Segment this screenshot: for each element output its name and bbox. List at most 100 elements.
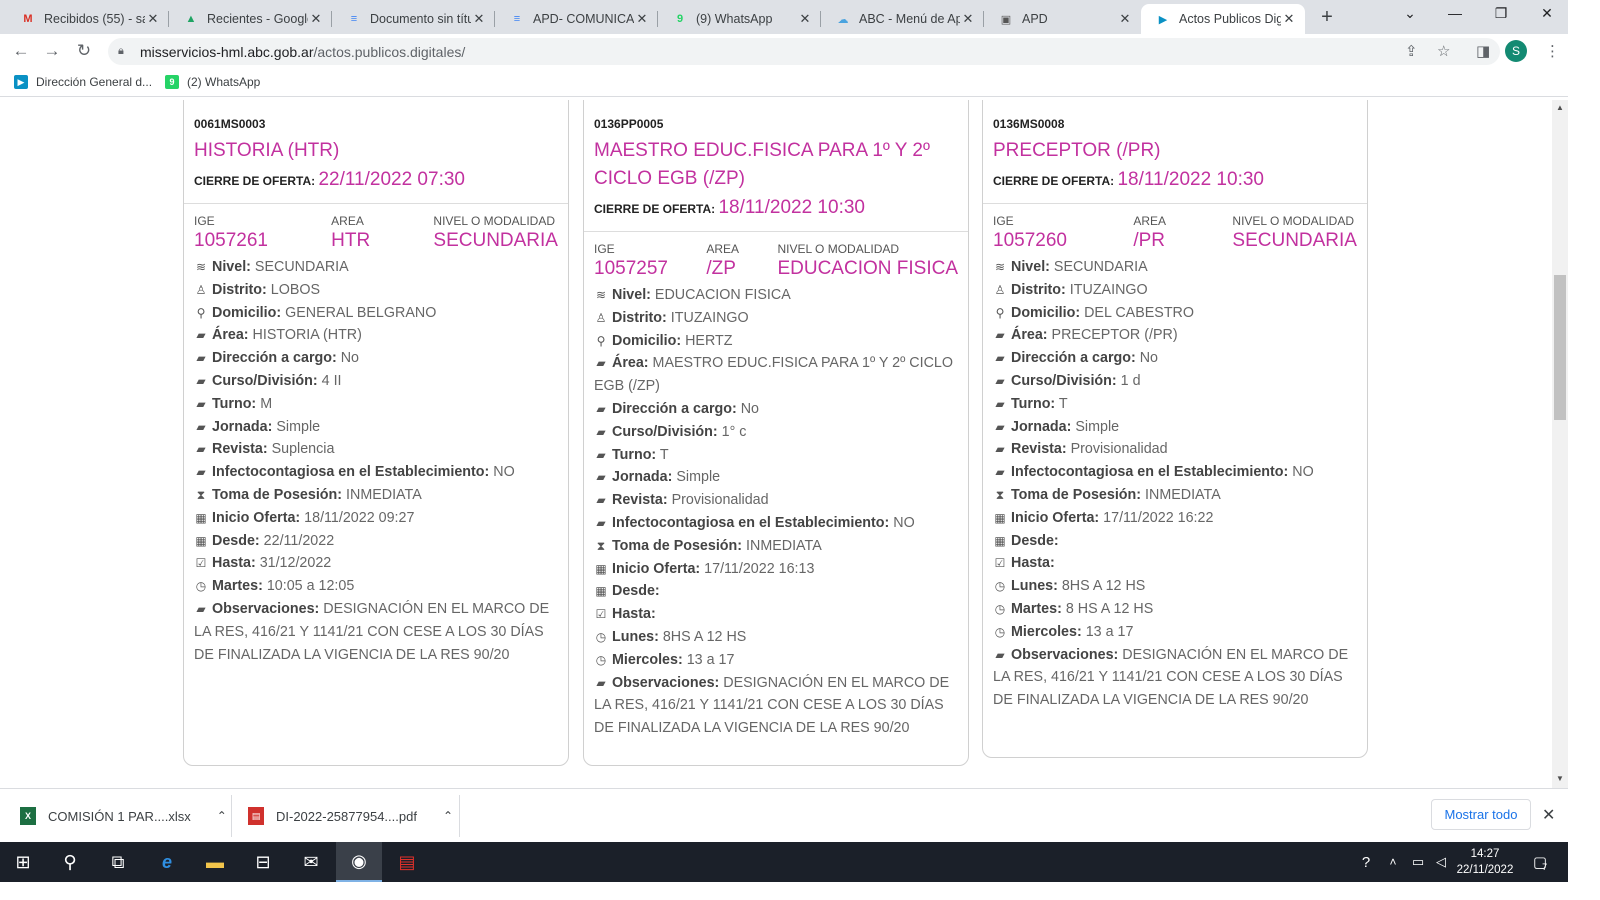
tab-search-icon[interactable]: ⌄ [1395, 5, 1425, 22]
bookmark-item[interactable]: ▶ Dirección General d... [14, 75, 152, 89]
detail-value: GENERAL BELGRANO [285, 304, 437, 321]
chevron-up-icon[interactable]: ⌃ [217, 809, 227, 823]
notifications-icon[interactable]: ▢ 7 [1520, 842, 1560, 882]
store-icon[interactable]: ⊟ [240, 842, 286, 882]
scroll-down-icon[interactable]: ▼ [1556, 774, 1564, 783]
detail-value: NO [1292, 464, 1314, 481]
tab-close-icon[interactable]: ✕ [960, 11, 976, 27]
mail-icon[interactable]: ✉ [288, 842, 334, 882]
whatsapp-icon: 9 [676, 13, 684, 25]
detail-value: 17/11/2022 16:13 [704, 560, 815, 577]
card-header: 0136MS0008 PRECEPTOR (/PR) CIERRE DE OFE… [983, 100, 1367, 204]
detail-row: ⧗ Toma de Posesión: INMEDIATA [194, 484, 558, 507]
bookmark-item[interactable]: 9 (2) WhatsApp [165, 75, 260, 89]
detail-label: Infectocontagiosa en el Establecimiento: [1011, 464, 1289, 481]
minimize-icon[interactable]: — [1440, 5, 1470, 21]
scrollbar-thumb[interactable] [1554, 275, 1566, 420]
acrobat-icon[interactable]: ▤ [384, 842, 430, 882]
detail-value: Provisionalidad [671, 492, 769, 509]
briefcase-icon: ▰ [995, 465, 1005, 480]
offer-code: 0136MS0008 [993, 117, 1065, 131]
detail-row: ▰ Curso/División: 1 d [993, 370, 1357, 393]
show-all-downloads-button[interactable]: Mostrar todo [1431, 799, 1531, 830]
help-icon[interactable]: ? [1352, 842, 1380, 882]
detail-row: ▦ Inicio Oferta: 18/11/2022 09:27 [194, 507, 558, 530]
detail-row: ▰ Turno: M [194, 393, 558, 416]
detail-label: Hasta: [212, 555, 256, 572]
detail-label: Área: [212, 327, 249, 344]
area-label: AREA [706, 242, 740, 256]
volume-icon[interactable]: ◁ [1430, 842, 1452, 882]
download-item[interactable]: ▤ DI-2022-25877954....pdf ⌃ [248, 789, 453, 843]
tab-6[interactable]: ☁ ABC - Menú de Ap ✕ [821, 4, 984, 34]
address-bar[interactable]: 🔒︎ misservicios-hml.abc.gob.ar/actos.pub… [108, 38, 1500, 65]
detail-value: 17/11/2022 16:22 [1103, 509, 1214, 526]
detail-value: Simple [1075, 418, 1120, 435]
back-icon[interactable]: ← [10, 41, 32, 61]
tab-7[interactable]: ▣ APD ✕ [984, 4, 1141, 34]
system-clock[interactable]: 14:27 22/11/2022 [1455, 846, 1515, 878]
tab-title: Documento sin títu [370, 12, 471, 26]
share-icon[interactable]: ⇪ [1405, 42, 1418, 60]
detail-row: ▰ Jornada: Simple [993, 416, 1357, 439]
tab-close-icon[interactable]: ✕ [145, 11, 161, 27]
detail-value: T [659, 446, 669, 463]
detail-label: Jornada: [212, 418, 273, 435]
detail-row: ▰ Jornada: Simple [194, 416, 558, 439]
tab-close-icon[interactable]: ✕ [634, 11, 650, 27]
detail-row: ▰ Dirección a cargo: No [194, 347, 558, 370]
bookmark-star-icon[interactable]: ☆ [1437, 42, 1450, 60]
tab-4[interactable]: ≡ APD- COMUNICAD ✕ [495, 4, 658, 34]
chevron-up-icon[interactable]: ⌃ [443, 809, 453, 823]
edge-icon[interactable]: e [144, 842, 190, 882]
closing-value: 18/11/2022 10:30 [1117, 169, 1264, 190]
restore-icon[interactable]: ❐ [1486, 5, 1516, 22]
download-item[interactable]: X COMISIÓN 1 PAR....xlsx ⌃ [20, 789, 227, 843]
search-icon[interactable]: ⚲ [47, 842, 93, 882]
close-downloads-icon[interactable]: ✕ [1542, 805, 1555, 825]
menu-kebab-icon[interactable]: ⋮ [1545, 42, 1560, 60]
forward-icon[interactable]: → [41, 41, 63, 61]
tab-close-icon[interactable]: ✕ [1117, 11, 1133, 27]
tab-title: (9) WhatsApp [696, 12, 773, 26]
url-text[interactable]: misservicios-hml.abc.gob.ar/actos.public… [140, 44, 465, 60]
offer-code: 0061MS0003 [194, 117, 266, 131]
detail-label: Inicio Oferta: [1011, 509, 1100, 526]
chrome-taskbar-icon[interactable]: ◉ [336, 842, 382, 882]
close-window-icon[interactable]: ✕ [1532, 5, 1562, 22]
windows-start-icon[interactable]: ⊞ [0, 842, 46, 882]
tab-close-icon[interactable]: ✕ [1281, 11, 1297, 27]
task-view-icon[interactable]: ⧉ [95, 842, 141, 882]
detail-value: HERTZ [685, 332, 733, 349]
tray-chevron-icon[interactable]: ˄ [1382, 842, 1404, 882]
tab-close-icon[interactable]: ✕ [308, 11, 324, 27]
new-tab-button[interactable]: + [1316, 6, 1338, 29]
tab-8[interactable]: ▶ Actos Publicos Dig ✕ [1141, 4, 1305, 34]
detail-row: ▰ Jornada: Simple [594, 466, 958, 489]
tab-1[interactable]: M Recibidos (55) - sar ✕ [6, 4, 169, 34]
detail-label: Toma de Posesión: [612, 537, 743, 554]
calendar-icon: ▦ [195, 510, 207, 525]
reload-icon[interactable]: ↻ [73, 41, 95, 61]
tab-close-icon[interactable]: ✕ [797, 11, 813, 27]
profile-avatar[interactable]: S [1505, 40, 1527, 62]
clock-time: 14:27 [1470, 848, 1500, 860]
file-explorer-icon[interactable]: ▬ [192, 842, 238, 882]
detail-row: ▰ Curso/División: 4 II [194, 370, 558, 393]
detail-value: 8HS A 12 HS [662, 628, 747, 645]
tab-close-icon[interactable]: ✕ [471, 11, 487, 27]
side-panel-icon[interactable]: ◨ [1476, 42, 1490, 60]
vertical-scrollbar[interactable]: ▲ ▼ [1552, 100, 1568, 788]
detail-label: Revista: [212, 441, 268, 458]
oferta-card: 0061MS0003 HISTORIA (HTR) CIERRE DE OFER… [183, 100, 569, 766]
detail-label: Desde: [212, 532, 260, 549]
tab-5[interactable]: 9 (9) WhatsApp ✕ [658, 4, 821, 34]
scroll-up-icon[interactable]: ▲ [1556, 103, 1564, 112]
detail-row: ♙ Distrito: LOBOS [194, 279, 558, 302]
network-icon[interactable]: ▭ [1406, 842, 1430, 882]
tab-2[interactable]: ▲ Recientes - Google ✕ [169, 4, 332, 34]
detail-label: Hasta: [612, 606, 656, 623]
area-value: /ZP [706, 258, 736, 279]
detail-label: Área: [1011, 327, 1048, 344]
tab-3[interactable]: ≡ Documento sin títu ✕ [332, 4, 495, 34]
